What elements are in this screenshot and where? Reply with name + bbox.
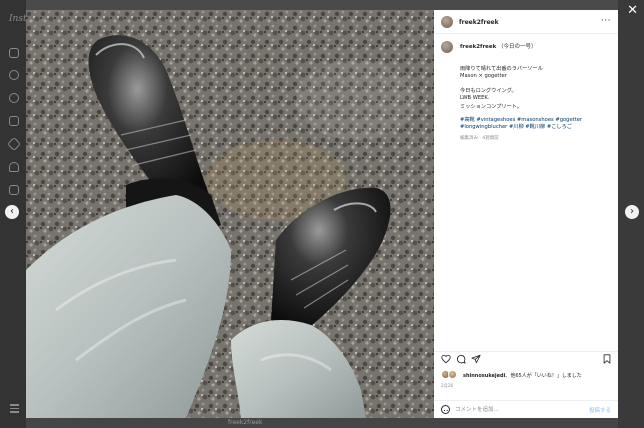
caption-avatar[interactable] — [441, 41, 453, 53]
action-bar — [434, 351, 618, 367]
explore-icon — [9, 93, 19, 103]
menu-icon — [10, 404, 19, 415]
avatar[interactable] — [441, 16, 453, 28]
caption-line: Mason × gogetter — [460, 73, 507, 79]
caption-meta: 編集済み · 4週間前 — [460, 136, 499, 141]
post-date: 2月26 — [441, 383, 454, 388]
liked-by-avatars — [441, 370, 459, 380]
caption-block: freek2freek （今日の一号） 雨降りて晴れて出番のラバーソール Mas… — [434, 34, 618, 356]
chevron-left-icon[interactable]: ‹ — [5, 205, 19, 219]
more-options-icon[interactable]: ··· — [601, 16, 611, 26]
shoes-photo — [26, 10, 434, 418]
messages-icon — [6, 136, 22, 152]
share-icon[interactable] — [471, 354, 481, 364]
post-side-panel: freek2freek ··· freek2freek （今日の一号） 雨降りて… — [434, 10, 618, 418]
close-icon[interactable]: ✕ — [627, 4, 638, 17]
caption-line: LWB WEEK. — [460, 95, 490, 101]
comment-bar: 投稿する — [434, 400, 618, 418]
caption-line: 雨降りて晴れて出番のラバーソール — [460, 66, 543, 72]
likes-summary[interactable]: shinnosukejedi、他65人が「いいね！」しました — [463, 372, 582, 379]
instagram-logo: Inst — [9, 14, 27, 24]
avatar — [448, 370, 457, 379]
bookmark-icon[interactable] — [602, 354, 612, 364]
post-header: freek2freek ··· — [434, 10, 618, 34]
create-icon — [9, 185, 19, 195]
caption-line: 今日もロングウイング。 — [460, 88, 517, 94]
search-icon — [9, 70, 19, 80]
home-icon — [9, 48, 19, 58]
liked-by-username[interactable]: shinnosukejedi — [463, 373, 505, 379]
comment-input[interactable] — [455, 404, 575, 415]
background-feed-strip-bottom — [26, 418, 618, 428]
hashtags[interactable]: #高靴 #vintageshoes #masonshoes #gogetter … — [460, 117, 610, 131]
caption-header: freek2freek （今日の一号） — [460, 42, 537, 50]
post-comment-button[interactable]: 投稿する — [589, 406, 611, 414]
chevron-right-icon[interactable]: › — [625, 205, 639, 219]
heart-icon[interactable] — [441, 354, 451, 364]
reels-icon — [9, 116, 19, 126]
background-caption: freek2freek — [228, 419, 263, 426]
post-image[interactable] — [26, 10, 434, 418]
caption-username[interactable]: freek2freek — [460, 44, 496, 50]
comment-icon[interactable] — [456, 354, 466, 364]
post-username[interactable]: freek2freek — [459, 19, 499, 26]
caption-line: ミッションコンプリート。 — [460, 104, 522, 110]
likes-count-text: 、他65人が「いいね！」しました — [505, 373, 582, 379]
emoji-icon[interactable] — [441, 405, 450, 414]
notifications-icon — [9, 162, 19, 172]
caption-title: （今日の一号） — [498, 44, 537, 50]
background-feed-strip — [26, 0, 618, 10]
